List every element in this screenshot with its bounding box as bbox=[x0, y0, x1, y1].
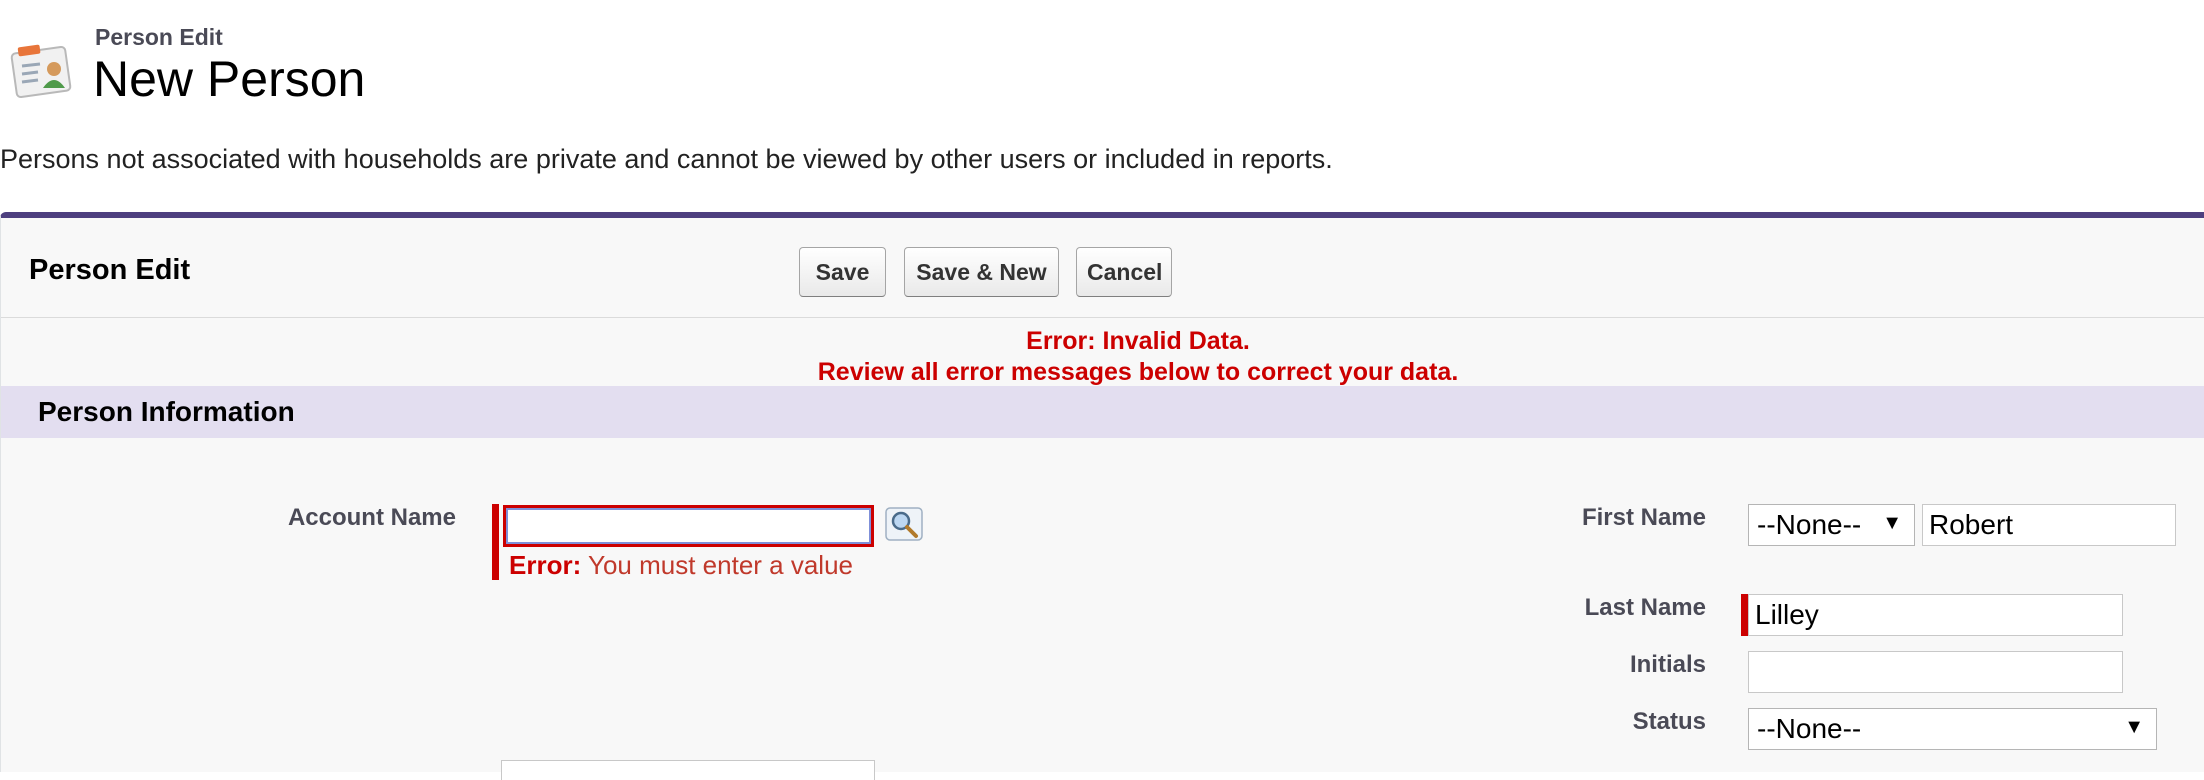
salutation-select[interactable]: --None-- ▼ bbox=[1748, 504, 1915, 546]
error-prefix: Error: bbox=[509, 550, 582, 580]
initials-input[interactable] bbox=[1748, 651, 2123, 693]
page-error-detail: Review all error messages below to corre… bbox=[817, 358, 1459, 386]
salutation-value: --None-- bbox=[1757, 509, 1862, 540]
save-button[interactable]: Save bbox=[799, 247, 886, 297]
first-name-label: First Name bbox=[1581, 504, 1706, 531]
status-value: --None-- bbox=[1757, 713, 1862, 744]
next-field-input[interactable] bbox=[501, 760, 875, 780]
magnifier-lookup-icon[interactable] bbox=[885, 506, 925, 542]
status-label: Status bbox=[1632, 708, 1706, 735]
last-name-input[interactable] bbox=[1748, 594, 2123, 636]
block-header: Person Edit Save Save & New Cancel bbox=[1, 218, 2204, 318]
page-header: Person Edit New Person bbox=[0, 0, 2204, 120]
page-error-title: Error: Invalid Data. bbox=[1026, 327, 1250, 355]
initials-label: Initials bbox=[1629, 651, 1706, 678]
first-name-input[interactable] bbox=[1922, 504, 2176, 546]
page-error-message: Error: Invalid Data. Review all error me… bbox=[1, 326, 2204, 388]
privacy-notice: Persons not associated with households a… bbox=[0, 144, 1333, 174]
save-and-new-button[interactable]: Save & New bbox=[904, 247, 1059, 297]
dropdown-arrow-icon: ▼ bbox=[2124, 716, 2144, 738]
last-name-label: Last Name bbox=[1584, 594, 1706, 621]
page-type-label: Person Edit bbox=[95, 24, 223, 50]
dropdown-arrow-icon: ▼ bbox=[1882, 512, 1902, 534]
section-title: Person Information bbox=[38, 396, 295, 427]
block-title: Person Edit bbox=[29, 254, 191, 286]
required-indicator bbox=[1741, 594, 1748, 636]
account-name-label: Account Name bbox=[287, 504, 456, 531]
page-title: New Person bbox=[93, 51, 366, 107]
person-edit-block: Person Edit Save Save & New Cancel Error… bbox=[0, 212, 2204, 780]
account-name-error: Error: You must enter a value bbox=[509, 550, 853, 581]
cancel-button[interactable]: Cancel bbox=[1076, 247, 1172, 297]
section-header: Person Information bbox=[1, 386, 2204, 438]
required-indicator bbox=[492, 504, 499, 580]
status-select[interactable]: --None-- ▼ bbox=[1748, 708, 2157, 750]
account-name-input[interactable] bbox=[503, 505, 874, 547]
error-text: You must enter a value bbox=[588, 550, 854, 580]
person-card-icon bbox=[10, 44, 72, 99]
